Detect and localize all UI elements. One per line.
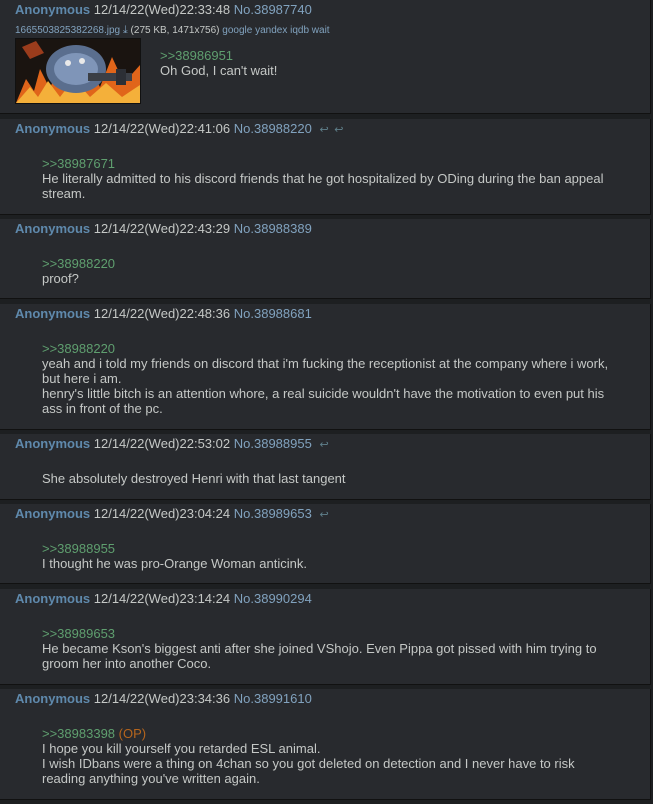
post-datetime: 12/14/22(Wed)22:48:36 — [93, 306, 231, 321]
post-info: Anonymous 12/14/22(Wed)22:53:02 No.38988… — [15, 436, 329, 451]
post-38991610: Anonymous 12/14/22(Wed)23:34:36 No.38991… — [0, 689, 651, 800]
poster-name: Anonymous — [15, 221, 91, 236]
message-line: I wish IDbans were a thing on 4chan so y… — [42, 756, 575, 771]
post-message: >>38987671 He literally admitted to his … — [42, 156, 622, 201]
message-line: I thought he was pro-Orange Woman antici… — [42, 556, 307, 571]
post-38990294: Anonymous 12/14/22(Wed)23:14:24 No.38990… — [0, 589, 651, 685]
post-message: >>38988955 I thought he was pro-Orange W… — [42, 541, 622, 571]
post-38988389: Anonymous 12/14/22(Wed)22:43:29 No.38988… — [0, 219, 651, 299]
poster-name: Anonymous — [15, 121, 91, 136]
thumbnail-image — [16, 39, 140, 103]
post-datetime: 12/14/22(Wed)23:34:36 — [93, 691, 231, 706]
image-search-links[interactable]: google yandex iqdb wait — [222, 25, 329, 36]
file-name-link[interactable]: 1665503825382268.jpg — [15, 25, 120, 36]
post-info: Anonymous 12/14/22(Wed)23:14:24 No.38990… — [15, 591, 312, 606]
message-line: reading anything you've written again. — [42, 771, 260, 786]
message-line: I hope you kill yourself you retarded ES… — [42, 741, 321, 756]
post-38988681: Anonymous 12/14/22(Wed)22:48:36 No.38988… — [0, 304, 651, 430]
post-number-link[interactable]: No.38988220 — [234, 121, 312, 136]
message-line: He literally admitted to his discord fri… — [42, 171, 604, 186]
post-datetime: 12/14/22(Wed)22:33:48 — [93, 2, 231, 17]
post-datetime: 12/14/22(Wed)22:43:29 — [93, 221, 231, 236]
message-line: proof? — [42, 271, 79, 286]
message-line: groom her into another Coco. — [42, 656, 212, 671]
file-meta: (275 KB, 1471x756) — [130, 25, 220, 36]
poster-name: Anonymous — [15, 436, 91, 451]
post-datetime: 12/14/22(Wed)23:04:24 — [93, 506, 231, 521]
poster-name: Anonymous — [15, 506, 91, 521]
post-datetime: 12/14/22(Wed)22:53:02 — [93, 436, 231, 451]
post-info: Anonymous 12/14/22(Wed)22:33:48 No.38987… — [15, 2, 312, 17]
op-tag: (OP) — [118, 726, 147, 741]
quote-link[interactable]: >>38989653 — [42, 626, 622, 641]
reply-backlink-icon[interactable]: ↩ — [334, 123, 343, 136]
message-line: henry's little bitch is an attention who… — [42, 386, 605, 401]
message-line: stream. — [42, 186, 86, 201]
post-info: Anonymous 12/14/22(Wed)23:04:24 No.38989… — [15, 506, 329, 521]
post-message: >>38988220 proof? — [42, 256, 622, 286]
file-info: 1665503825382268.jpg ⤓ (275 KB, 1471x756… — [15, 24, 330, 37]
post-38988220: Anonymous 12/14/22(Wed)22:41:06 No.38988… — [0, 119, 651, 215]
post-info: Anonymous 12/14/22(Wed)23:34:36 No.38991… — [15, 691, 312, 706]
message-line: He became Kson's biggest anti after she … — [42, 641, 597, 656]
poster-name: Anonymous — [15, 591, 91, 606]
post-info: Anonymous 12/14/22(Wed)22:43:29 No.38988… — [15, 221, 312, 236]
quote-link[interactable]: >>38988955 — [42, 541, 622, 556]
post-number-link[interactable]: No.38988389 — [234, 221, 312, 236]
poster-name: Anonymous — [15, 691, 91, 706]
post-number-link[interactable]: No.38989653 — [234, 506, 312, 521]
post-number-link[interactable]: No.38990294 — [234, 591, 312, 606]
post-message: She absolutely destroyed Henri with that… — [42, 471, 622, 486]
quote-link[interactable]: >>38987671 — [42, 156, 622, 171]
message-line: She absolutely destroyed Henri with that… — [42, 471, 346, 486]
download-icon[interactable]: ⤓ — [123, 24, 128, 36]
post-message: >>38983398 (OP) I hope you kill yourself… — [42, 726, 622, 786]
message-line: but here i am. — [42, 371, 122, 386]
quote-link[interactable]: >>38988220 — [42, 341, 622, 356]
reply-backlink-icon[interactable]: ↩ — [319, 438, 328, 451]
post-38989653: Anonymous 12/14/22(Wed)23:04:24 No.38989… — [0, 504, 651, 584]
quote-link[interactable]: >>38983398 — [42, 726, 115, 741]
post-info: Anonymous 12/14/22(Wed)22:48:36 No.38988… — [15, 306, 312, 321]
poster-name: Anonymous — [15, 2, 91, 17]
quote-link[interactable]: >>38986951 — [160, 48, 653, 63]
post-number-link[interactable]: No.38991610 — [234, 691, 312, 706]
quote-link[interactable]: >>38988220 — [42, 256, 622, 271]
post-message: >>38989653 He became Kson's biggest anti… — [42, 626, 622, 671]
post-number-link[interactable]: No.38987740 — [234, 2, 312, 17]
file-thumbnail[interactable] — [15, 38, 141, 104]
post-38988955: Anonymous 12/14/22(Wed)22:53:02 No.38988… — [0, 434, 651, 500]
message-line: Oh God, I can't wait! — [160, 63, 278, 78]
message-line: ass in front of the pc. — [42, 401, 163, 416]
poster-name: Anonymous — [15, 306, 91, 321]
reply-backlink-icon[interactable]: ↩ — [319, 508, 328, 521]
post-38987740: Anonymous 12/14/22(Wed)22:33:48 No.38987… — [0, 0, 651, 114]
message-line: yeah and i told my friends on discord th… — [42, 356, 609, 371]
post-info: Anonymous 12/14/22(Wed)22:41:06 No.38988… — [15, 121, 344, 136]
post-datetime: 12/14/22(Wed)23:14:24 — [93, 591, 231, 606]
post-number-link[interactable]: No.38988681 — [234, 306, 312, 321]
post-datetime: 12/14/22(Wed)22:41:06 — [93, 121, 231, 136]
post-number-link[interactable]: No.38988955 — [234, 436, 312, 451]
post-message: >>38988220 yeah and i told my friends on… — [42, 341, 622, 416]
post-message: >>38986951 Oh God, I can't wait! — [160, 48, 653, 78]
reply-backlink-icon[interactable]: ↩ — [319, 123, 328, 136]
